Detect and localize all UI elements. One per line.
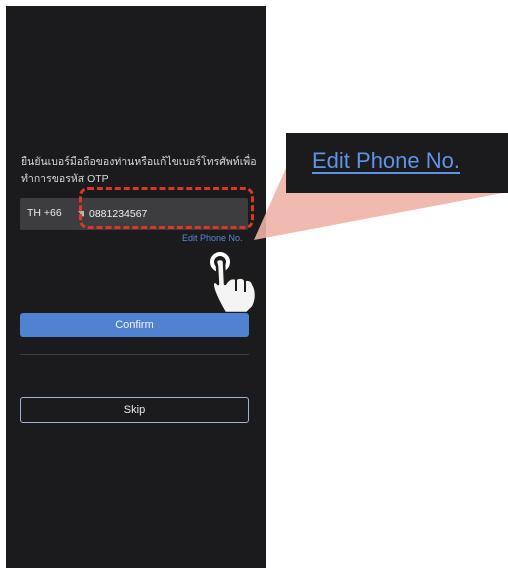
callout-edit-phone-label: Edit Phone No.	[312, 148, 460, 173]
tap-hand-icon	[210, 252, 258, 314]
divider	[20, 354, 249, 355]
country-code-label: TH +66	[27, 207, 62, 219]
tutorial-stage: ยืนยันเบอร์มือถือของท่านหรือแก้ไขเบอร์โท…	[0, 0, 508, 568]
confirm-button[interactable]: Confirm	[20, 313, 249, 337]
country-code-select[interactable]: TH +66	[20, 198, 94, 230]
phone-screen: ยืนยันเบอร์มือถือของท่านหรือแก้ไขเบอร์โท…	[6, 6, 266, 568]
callout-box: Edit Phone No.	[286, 133, 508, 193]
phone-number-input[interactable]: 0881234567	[84, 198, 248, 230]
edit-phone-link[interactable]: Edit Phone No.	[182, 233, 243, 243]
otp-instruction-text: ยืนยันเบอร์มือถือของท่านหรือแก้ไขเบอร์โท…	[21, 156, 257, 185]
skip-button[interactable]: Skip	[20, 397, 249, 423]
